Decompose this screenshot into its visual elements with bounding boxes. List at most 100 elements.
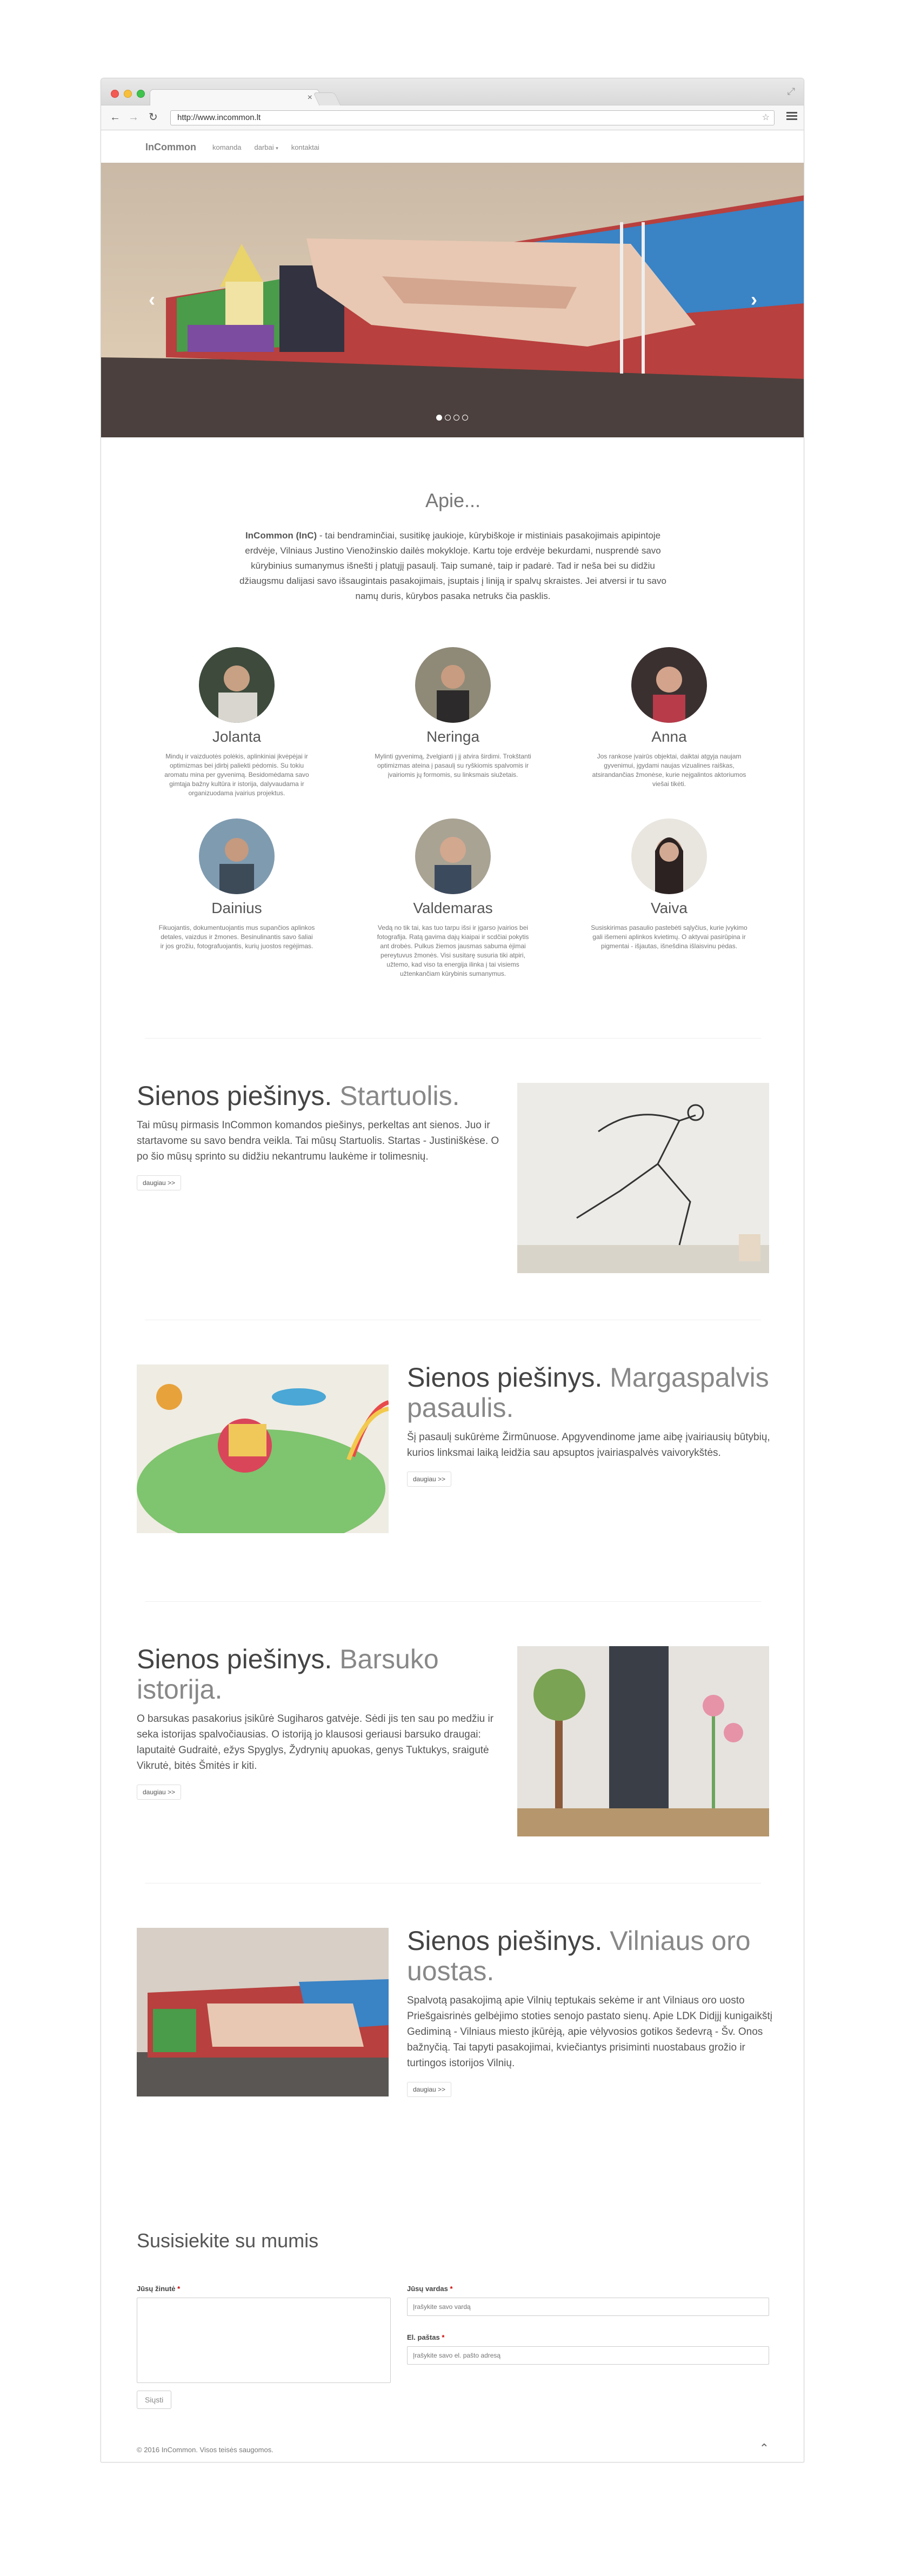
carousel-prev-icon[interactable]: ‹ xyxy=(149,288,155,311)
required-mark: * xyxy=(442,2333,445,2341)
nav-link-kontaktai[interactable]: kontaktai xyxy=(291,143,319,151)
nav-links: komanda darbai ▾ kontaktai xyxy=(212,143,319,151)
carousel-indicators xyxy=(436,415,468,421)
email-label-text: El. paštas xyxy=(407,2333,440,2341)
address-bar[interactable]: http://www.incommon.lt ☆ xyxy=(170,110,775,125)
email-label: El. paštas * xyxy=(407,2333,444,2341)
reload-icon[interactable]: ↻ xyxy=(149,111,158,124)
more-button[interactable]: daugiau >> xyxy=(137,1785,182,1800)
project-title-main: Sienos piešinys. xyxy=(137,1644,332,1674)
browser-tab[interactable]: × xyxy=(150,89,319,106)
browser-tabstrip: × ⤢ xyxy=(101,78,804,106)
project-image-margaspalvis xyxy=(137,1364,389,1533)
browser-toolbar: ← → ↻ http://www.incommon.lt ☆ xyxy=(101,105,804,130)
forward-icon[interactable]: → xyxy=(128,111,139,124)
member-desc: Fikuojantis, dokumentuojantis mus supanč… xyxy=(158,924,315,950)
copyright-text: © 2016 InCommon. Visos teisės saugomos. xyxy=(137,2446,273,2454)
contact-title: Susisiekite su mumis xyxy=(137,2229,319,2252)
project-barsukas: Sienos piešinys. Barsuko istorija. O bar… xyxy=(101,1602,804,1883)
project-title-light: Startuolis. xyxy=(332,1081,460,1111)
about-title: Apie... xyxy=(425,489,481,511)
member-name: Valdemaras xyxy=(413,900,493,916)
tab-close-icon[interactable]: × xyxy=(308,93,312,103)
chevron-down-icon: ▾ xyxy=(276,145,278,151)
member-desc: Mylinti gyvenimą, žvelgianti į jį atvira… xyxy=(375,753,531,778)
bookmark-star-icon[interactable]: ☆ xyxy=(762,111,770,125)
member-name: Neringa xyxy=(426,728,480,745)
about-text: InCommon (InC) - tai bendraminčiai, susi… xyxy=(231,528,675,604)
name-label-text: Jūsų vardas xyxy=(407,2285,448,2293)
project-desc: Spalvotą pasakojimą apie Vilnių teptukai… xyxy=(407,1995,772,2069)
project-title: Sienos piešinys. Margaspalvis pasaulis. xyxy=(407,1362,780,1423)
team-member: Neringa Mylinti gyvenimą, žvelgianti į j… xyxy=(345,647,561,798)
project-oro-uostas: Sienos piešinys. Vilniaus oro uostas. Sp… xyxy=(101,1883,804,2165)
close-window-button[interactable] xyxy=(111,90,119,98)
team-member: Dainius Fikuojantis, dokumentuojantis mu… xyxy=(129,818,345,979)
browser-window: × ⤢ ← → ↻ http://www.incommon.lt ☆ InCom… xyxy=(101,78,804,2462)
project-desc: Šį pasaulį sukūrėme Žirmūnuose. Apgyvend… xyxy=(407,1432,770,1459)
more-button[interactable]: daugiau >> xyxy=(137,1175,182,1190)
avatar xyxy=(415,647,491,723)
maximize-window-button[interactable] xyxy=(137,90,145,98)
project-image-oro-uostas xyxy=(137,1928,389,2096)
back-icon[interactable]: ← xyxy=(110,111,121,124)
project-desc: O barsukas pasakorius įsikūrė Sugiharos … xyxy=(137,1713,494,1772)
nav-link-komanda[interactable]: komanda xyxy=(212,143,241,151)
member-desc: Vedą no tik tai, kas tuo tarpu išsi ir į… xyxy=(377,924,529,977)
website: InCommon komanda darbai ▾ kontaktai ‹ › … xyxy=(101,130,804,2462)
project-image-barsukas xyxy=(517,1646,769,1836)
message-textarea[interactable] xyxy=(137,2298,391,2383)
project-title-main: Sienos piešinys. xyxy=(407,1362,603,1393)
about-body: - tai bendraminčiai, susitikę jaukioje, … xyxy=(239,530,666,601)
team-member: Jolanta Mindų ir vaizduotės polėkis, apl… xyxy=(129,647,345,798)
avatar xyxy=(199,647,275,723)
browser-menu-icon[interactable] xyxy=(786,112,797,122)
member-name: Vaiva xyxy=(651,900,688,916)
project-title-main: Sienos piešinys. xyxy=(137,1081,332,1111)
project-title-main: Sienos piešinys. xyxy=(407,1926,603,1956)
required-mark: * xyxy=(177,2285,181,2293)
about-lead: InCommon (InC) xyxy=(245,530,317,541)
team-member: Vaiva Susiskirimas pasaulio pastebėti są… xyxy=(561,818,777,979)
team-member: Anna Jos rankose įvairūs objektai, daikt… xyxy=(561,647,777,798)
required-mark: * xyxy=(450,2285,453,2293)
more-button[interactable]: daugiau >> xyxy=(407,2082,452,2097)
project-text: Sienos piešinys. Barsuko istorija. O bar… xyxy=(137,1644,504,1800)
carousel-indicator[interactable] xyxy=(445,415,451,421)
nav-link-darbai-label: darbai xyxy=(254,143,274,151)
email-input[interactable] xyxy=(407,2346,769,2365)
more-button[interactable]: daugiau >> xyxy=(407,1472,452,1487)
name-label: Jūsų vardas * xyxy=(407,2285,453,2293)
member-name: Jolanta xyxy=(212,728,262,745)
window-controls xyxy=(111,90,145,98)
minimize-window-button[interactable] xyxy=(124,90,132,98)
hero-carousel: ‹ › xyxy=(101,163,804,437)
project-startuolis: Sienos piešinys. Startuolis. Tai mūsų pi… xyxy=(101,1039,804,1320)
project-title: Sienos piešinys. Startuolis. xyxy=(137,1081,504,1111)
project-desc: Tai mūsų pirmasis InCommon komandos pieš… xyxy=(137,1120,499,1162)
member-desc: Mindų ir vaizduotės polėkis, aplinkiniai… xyxy=(164,753,309,797)
name-input[interactable] xyxy=(407,2298,769,2316)
fullscreen-icon[interactable]: ⤢ xyxy=(787,86,795,97)
carousel-indicator[interactable] xyxy=(453,415,459,421)
contact-section: Susisiekite su mumis Jūsų žinutė * Jūsų … xyxy=(101,2165,804,2424)
hero-mural-image xyxy=(101,163,804,437)
send-button[interactable]: Siųsti xyxy=(137,2391,172,2409)
carousel-indicator[interactable] xyxy=(436,415,442,421)
carousel-next-icon[interactable]: › xyxy=(751,288,757,311)
scroll-top-icon[interactable]: ⌃ xyxy=(759,2441,769,2455)
carousel-indicator[interactable] xyxy=(462,415,468,421)
avatar xyxy=(631,647,707,723)
site-brand[interactable]: InCommon xyxy=(145,142,196,153)
project-image-startuolis xyxy=(517,1083,769,1273)
project-text: Sienos piešinys. Vilniaus oro uostas. Sp… xyxy=(407,1926,780,2097)
team-member: Valdemaras Vedą no tik tai, kas tuo tarp… xyxy=(345,818,561,979)
address-bar-url: http://www.incommon.lt xyxy=(177,113,261,122)
footer: © 2016 InCommon. Visos teisės saugomos. … xyxy=(101,2424,804,2462)
message-label-text: Jūsų žinutė xyxy=(137,2285,176,2293)
site-navbar: InCommon komanda darbai ▾ kontaktai xyxy=(101,130,804,163)
nav-link-darbai[interactable]: darbai ▾ xyxy=(254,143,278,151)
project-title: Sienos piešinys. Barsuko istorija. xyxy=(137,1644,504,1705)
project-text: Sienos piešinys. Margaspalvis pasaulis. … xyxy=(407,1362,780,1487)
project-margaspalvis: Sienos piešinys. Margaspalvis pasaulis. … xyxy=(101,1320,804,1601)
